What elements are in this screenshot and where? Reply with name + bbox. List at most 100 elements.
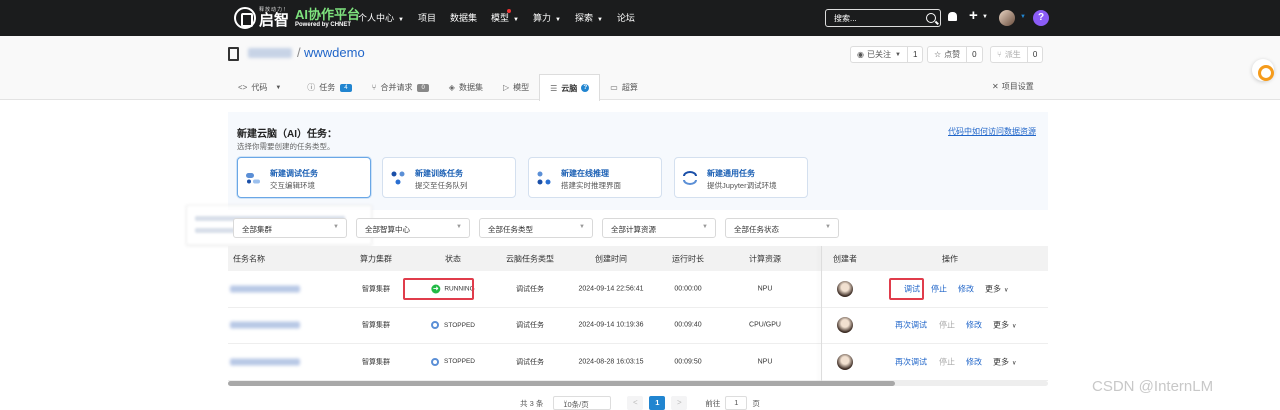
menu-item-explore[interactable]: 探索 ▼: [575, 11, 603, 24]
tab-pull-requests[interactable]: ⑂ 合并请求 0: [362, 74, 439, 101]
task-type-cell: 调试任务: [516, 322, 544, 330]
chevron-down-icon[interactable]: ▼: [982, 14, 988, 20]
status-badge: STOPPED: [431, 357, 475, 366]
stop-button[interactable]: 停止: [931, 283, 947, 294]
chevron-down-icon: ▼: [825, 224, 831, 230]
watch-button[interactable]: ◉ 已关注 ▼ 1: [850, 46, 924, 63]
col-cluster: 算力集群: [360, 254, 392, 263]
more-dropdown[interactable]: 更多 ∨: [993, 320, 1016, 331]
goto-suffix: 页: [752, 398, 760, 408]
create-inference-card[interactable]: 新建在线推理 搭建实时推理界面: [528, 157, 662, 198]
search-placeholder: 搜索...: [834, 14, 857, 23]
total-count: 共 3 条: [520, 398, 544, 408]
chevron-down-icon: ▼: [275, 84, 282, 91]
task-type-cell: 调试任务: [516, 285, 544, 293]
create-general-task-card[interactable]: 新建通用任务 提供Jupyter调试环境: [674, 157, 808, 198]
task-name-blurred[interactable]: [230, 358, 300, 366]
sticky-column-divider: [821, 246, 822, 383]
repo-settings-link[interactable]: ✕ 项目设置: [992, 81, 1034, 92]
menu-item-forum[interactable]: 论坛: [617, 11, 635, 24]
chevron-down-icon: ▼: [596, 17, 603, 23]
col-resource: 计算资源: [749, 254, 781, 263]
tab-issues[interactable]: ⓘ 任务 4: [297, 74, 361, 101]
fork-button[interactable]: ⑂ 派生 0: [990, 46, 1044, 63]
search-icon[interactable]: [926, 13, 936, 23]
stop-button-disabled: 停止: [939, 357, 955, 367]
edit-button[interactable]: 修改: [966, 356, 982, 367]
task-name-blurred[interactable]: [230, 321, 300, 329]
repo-owner-blurred[interactable]: [248, 48, 292, 58]
question-icon[interactable]: ?: [581, 84, 590, 92]
create-training-task-card[interactable]: 新建训练任务 提交至任务队列: [382, 157, 516, 198]
plus-icon[interactable]: +: [969, 7, 978, 24]
repo-header: / wwwdemo ◉ 已关注 ▼ 1 ☆ 点赞 0 ⑂ 派生 0 <> 代码 ▼ ⓘ 任务 4…: [0, 36, 1280, 101]
stopped-circle-icon: [431, 357, 440, 366]
floating-assistant-icon[interactable]: [1252, 59, 1274, 81]
table-row: 智算集群 STOPPED 调试任务 2024-08-28 16:03:15 00…: [228, 344, 1048, 381]
menu-item-compute[interactable]: 算力 ▼: [533, 11, 561, 24]
created-time-cell: 2024-09-14 10:19:36: [578, 321, 644, 329]
help-icon[interactable]: ?: [1033, 10, 1049, 26]
user-avatar[interactable]: [999, 10, 1015, 26]
prev-page-button[interactable]: <: [627, 396, 644, 410]
task-table: 任务名称 算力集群 状态 云脑任务类型 创建时间 运行时长 计算资源 创建者 操…: [228, 246, 1048, 381]
scrollbar-thumb[interactable]: [228, 381, 895, 386]
tab-cloudbrain[interactable]: ☰ 云脑?: [539, 74, 601, 101]
create-debug-task-card[interactable]: 新建调试任务 交互编辑环境: [237, 157, 371, 198]
rerun-debug-button[interactable]: 再次调试: [895, 320, 927, 331]
logo-ai-text: AI协作平台: [295, 7, 361, 22]
horizontal-scrollbar[interactable]: [228, 381, 1048, 386]
compute-center-filter[interactable]: 全部智算中心 ▼: [356, 218, 470, 238]
creator-avatar[interactable]: [837, 353, 853, 370]
stopped-circle-icon: [431, 321, 440, 330]
resource-filter[interactable]: 全部计算资源 ▼: [602, 218, 716, 238]
goto-page-input[interactable]: 1: [725, 396, 748, 410]
edit-button[interactable]: 修改: [958, 283, 974, 294]
table-header: 任务名称 算力集群 状态 云脑任务类型 创建时间 运行时长 计算资源 创建者 操…: [228, 246, 1048, 271]
cluster-cell: 智算集群: [362, 358, 390, 366]
bell-icon[interactable]: [948, 12, 957, 21]
resource-cell: CPU/GPU: [749, 321, 781, 329]
col-task-name: 任务名称: [233, 254, 265, 263]
chevron-down-icon: ▼: [398, 17, 404, 23]
menu-item-projects[interactable]: 项目: [418, 11, 436, 24]
search-input[interactable]: 搜索...: [825, 9, 941, 27]
data-access-help-link[interactable]: 代码中如何访问数据资源: [948, 126, 1036, 137]
repo-tabs: <> 代码 ▼ ⓘ 任务 4 ⑂ 合并请求 0 ◈ 数据集 ▷ 模型 ☰ 云脑? ▭ 超算: [228, 74, 648, 101]
more-dropdown[interactable]: 更多 ∨: [993, 356, 1016, 367]
stop-button-disabled: 停止: [939, 320, 955, 330]
fork-icon: ⑂: [997, 50, 1002, 59]
task-type-filter[interactable]: 全部任务类型 ▼: [479, 218, 593, 238]
next-page-button[interactable]: >: [671, 396, 688, 410]
rerun-debug-button[interactable]: 再次调试: [895, 356, 927, 367]
more-dropdown[interactable]: 更多 ∨: [985, 283, 1008, 294]
menu-item-models[interactable]: 模型 ▼: [491, 9, 519, 24]
creator-avatar[interactable]: [837, 280, 853, 297]
tab-datasets[interactable]: ◈ 数据集: [439, 74, 493, 101]
chevron-down-icon[interactable]: ▼: [1020, 14, 1026, 20]
highlight-running-status: [403, 278, 474, 300]
tab-models[interactable]: ▷ 模型: [493, 74, 539, 101]
repo-name[interactable]: wwwdemo: [304, 45, 365, 60]
jupyter-icon: [683, 171, 697, 185]
star-button[interactable]: ☆ 点赞 0: [927, 46, 983, 63]
menu-item-datasets[interactable]: 数据集: [450, 11, 477, 24]
monitor-icon: ▭: [610, 83, 618, 92]
watch-count: 1: [912, 50, 918, 59]
card-title: 新建通用任务: [707, 169, 755, 178]
star-icon: ☆: [934, 50, 942, 59]
cluster-filter[interactable]: 全部集群 ▼: [233, 218, 347, 238]
card-subtitle: 交互编辑环境: [270, 181, 315, 190]
page-size-select[interactable]: 10条/页 ∨: [553, 396, 612, 410]
created-time-cell: 2024-09-14 22:56:41: [578, 285, 644, 293]
task-name-blurred[interactable]: [230, 285, 300, 293]
task-status-filter[interactable]: 全部任务状态 ▼: [725, 218, 839, 238]
chevron-down-icon: ▼: [456, 224, 462, 230]
tab-code[interactable]: <> 代码 ▼: [228, 74, 291, 101]
page-1-button[interactable]: 1: [649, 396, 666, 410]
menu-item-personal-center[interactable]: 个人中心 ▼: [358, 11, 404, 24]
creator-avatar[interactable]: [837, 317, 853, 334]
site-logo[interactable]: 释放动力！ 启智 AI协作平台 Powered by CHNET: [234, 5, 360, 31]
edit-button[interactable]: 修改: [966, 320, 982, 331]
tab-supercompute[interactable]: ▭ 超算: [600, 74, 648, 101]
